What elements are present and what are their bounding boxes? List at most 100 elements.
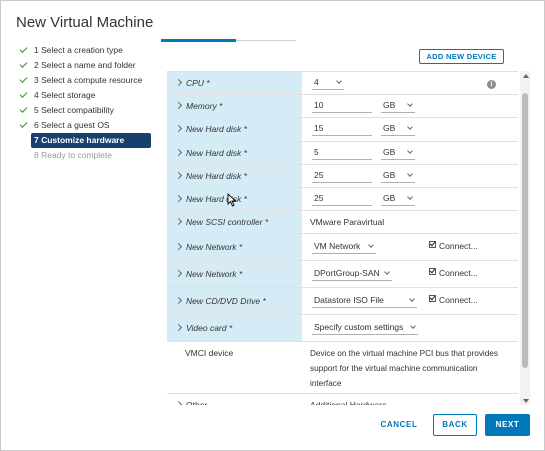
disk-unit: GB: [383, 169, 396, 180]
disk-unit-select[interactable]: GB: [381, 146, 415, 160]
chevron-down-icon: [409, 296, 415, 303]
disk-unit: GB: [383, 146, 396, 157]
step-7-active[interactable]: 7 Customize hardware: [31, 133, 151, 148]
connect-label: Connect...: [439, 295, 478, 306]
step-8: 8 Ready to complete: [19, 148, 151, 163]
row-label-cell[interactable]: New Network *: [167, 234, 302, 261]
row-cpu: CPU * 4: [167, 72, 518, 96]
disk-label: New Hard disk *: [186, 147, 247, 158]
memory-unit: GB: [383, 100, 396, 111]
connect-checkbox[interactable]: [429, 268, 436, 276]
step-label: 2 Select a name and folder: [34, 60, 136, 70]
disk-unit-select[interactable]: GB: [381, 122, 415, 137]
chevron-right-icon[interactable]: [174, 270, 183, 278]
network-select[interactable]: VM Network: [312, 240, 376, 255]
chevron-right-icon[interactable]: [174, 401, 183, 405]
disk-unit-select[interactable]: GB: [381, 169, 415, 183]
step-label: 3 Select a compute resource: [34, 75, 143, 85]
chevron-right-icon[interactable]: [174, 243, 183, 251]
step-6[interactable]: 6 Select a guest OS: [19, 118, 151, 133]
chevron-down-icon: [407, 101, 413, 108]
row-label-cell[interactable]: Memory *: [167, 95, 302, 118]
memory-input[interactable]: 10: [312, 99, 372, 114]
memory-unit-select[interactable]: GB: [381, 99, 415, 114]
row-label-cell[interactable]: New Hard disk *: [167, 164, 302, 187]
cdrom-value: Datastore ISO File: [314, 295, 384, 306]
row-label-cell[interactable]: New CD/DVD Drive *: [167, 288, 302, 315]
row-label-cell[interactable]: CPU *: [167, 72, 302, 95]
connect-label: Connect...: [439, 268, 478, 279]
chevron-down-icon: [384, 269, 390, 276]
step-3[interactable]: 3 Select a compute resource: [19, 73, 151, 88]
row-hard-disk: New Hard disk * 25 GB: [167, 187, 518, 212]
chevron-right-icon[interactable]: [174, 125, 183, 133]
cdrom-label: New CD/DVD Drive *: [186, 296, 266, 307]
check-icon: [19, 45, 28, 53]
scrollbar-thumb[interactable]: [522, 93, 528, 368]
chevron-right-icon[interactable]: [174, 171, 183, 179]
row-label-cell[interactable]: Video card *: [167, 315, 302, 342]
row-hard-disk: New Hard disk * 15 GB: [167, 118, 518, 142]
network-label: New Network *: [186, 242, 243, 253]
cdrom-select[interactable]: Datastore ISO File: [312, 294, 417, 309]
cancel-button[interactable]: CANCEL: [373, 414, 425, 436]
step-2[interactable]: 2 Select a name and folder: [19, 58, 151, 73]
disk-label: New Hard disk *: [186, 170, 247, 181]
check-icon: [19, 60, 28, 68]
cpu-select[interactable]: 4: [312, 76, 344, 90]
row-vmci-device: VMCI device Device on the virtual machin…: [167, 342, 518, 395]
connect-checkbox[interactable]: [429, 295, 436, 303]
tab-virtual-hardware[interactable]: [161, 39, 236, 42]
next-button[interactable]: NEXT: [485, 414, 530, 436]
step-5[interactable]: 5 Select compatibility: [19, 103, 151, 118]
row-video-card: Video card * Specify custom settings: [167, 315, 518, 343]
chevron-down-icon: [368, 242, 374, 249]
row-cd-dvd-drive: New CD/DVD Drive * Datastore ISO File Co…: [167, 288, 518, 316]
disk-size-input[interactable]: 25: [312, 192, 372, 206]
tab-divider: [236, 40, 296, 41]
disk-size-input[interactable]: 15: [312, 122, 372, 137]
chevron-right-icon[interactable]: [174, 218, 183, 226]
back-button[interactable]: BACK: [433, 414, 477, 436]
disk-unit: GB: [383, 123, 396, 134]
step-4[interactable]: 4 Select storage: [19, 88, 151, 103]
scsi-value: VMware Paravirtual: [310, 217, 385, 228]
connect-checkbox[interactable]: [429, 241, 436, 249]
chevron-down-icon: [336, 78, 342, 84]
add-new-device-button[interactable]: ADD NEW DEVICE: [419, 49, 504, 64]
disk-size-input[interactable]: 5: [312, 146, 372, 160]
step-label: 5 Select compatibility: [34, 105, 114, 115]
row-scsi-controller: New SCSI controller * VMware Paravirtual: [167, 211, 518, 235]
row-network: New Network * DPortGroup-SAN Connect...: [167, 261, 518, 289]
chevron-right-icon[interactable]: [174, 102, 183, 110]
row-label-cell[interactable]: New SCSI controller *: [167, 211, 302, 234]
cpu-label: CPU *: [186, 78, 210, 88]
chevron-right-icon[interactable]: [174, 194, 183, 202]
video-select[interactable]: Specify custom settings: [312, 321, 418, 336]
step-label: 6 Select a guest OS: [34, 120, 110, 130]
connect-label: Connect...: [439, 241, 478, 252]
chevron-down-icon: [410, 323, 416, 330]
check-icon: [19, 90, 28, 98]
chevron-right-icon[interactable]: [174, 148, 183, 156]
row-label-cell[interactable]: New Hard disk *: [167, 118, 302, 141]
chevron-right-icon[interactable]: [174, 297, 183, 305]
network-select[interactable]: DPortGroup-SAN: [312, 267, 392, 282]
disk-unit-select[interactable]: GB: [381, 192, 415, 206]
cpu-value: 4: [314, 77, 319, 87]
scroll-up-icon[interactable]: [523, 74, 529, 78]
network-value: DPortGroup-SAN: [314, 268, 380, 279]
check-icon: [19, 120, 28, 128]
disk-size-input[interactable]: 25: [312, 169, 372, 183]
row-label-cell[interactable]: New Hard disk *: [167, 141, 302, 164]
step-1[interactable]: 1 Select a creation type: [19, 43, 151, 58]
check-icon: [19, 75, 28, 83]
memory-label: Memory *: [186, 101, 223, 112]
scroll-down-icon[interactable]: [523, 399, 529, 403]
chevron-down-icon: [407, 147, 413, 154]
chevron-right-icon[interactable]: [174, 324, 183, 332]
step-label: 1 Select a creation type: [34, 45, 123, 55]
row-label-cell[interactable]: New Network *: [167, 261, 302, 288]
chevron-right-icon[interactable]: [174, 78, 183, 87]
row-hard-disk: New Hard disk * 25 GB: [167, 164, 518, 188]
